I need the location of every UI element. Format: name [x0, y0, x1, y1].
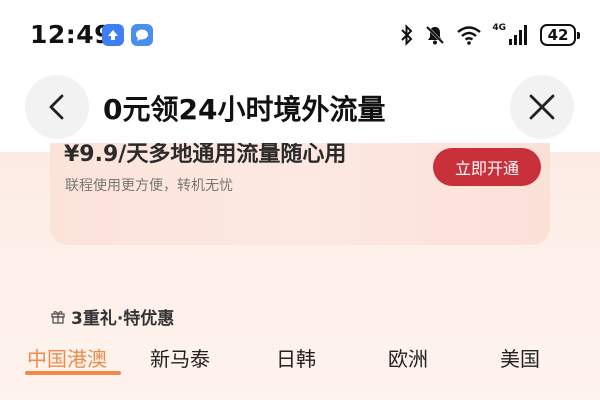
region-tabs: 中国港澳 新马泰 日韩 欧洲 美国: [0, 343, 600, 383]
gift-icon: [51, 311, 65, 324]
upload-app-icon: [102, 24, 124, 46]
status-time: 12:49: [30, 20, 113, 49]
battery-icon: 42: [540, 24, 580, 46]
battery-level: 42: [547, 26, 569, 44]
signal-icon: [509, 25, 527, 45]
close-icon: [529, 94, 555, 120]
close-button[interactable]: [510, 75, 574, 139]
offers-label: 3重礼·特优惠: [71, 308, 175, 329]
network-label: 4G: [492, 22, 506, 33]
mute-icon: [426, 25, 445, 45]
offers-row: 3重礼·特优惠: [50, 304, 175, 329]
status-bar: 12:49 4G 42: [0, 0, 600, 70]
status-icons: 4G 42: [400, 22, 580, 48]
activate-button[interactable]: 立即开通: [433, 148, 541, 186]
wifi-icon: [457, 26, 482, 45]
tab-singapore-malaysia-thailand[interactable]: 新马泰: [150, 343, 210, 372]
back-button[interactable]: [25, 75, 89, 139]
tab-usa[interactable]: 美国: [500, 343, 540, 372]
tab-hongkong-macau[interactable]: 中国港澳: [27, 343, 107, 372]
promo-subtext: 联程使用更方便，转机无忧: [65, 178, 233, 194]
bluetooth-icon: [401, 24, 413, 46]
tab-europe[interactable]: 欧洲: [388, 343, 428, 372]
message-app-icon: [131, 24, 153, 46]
active-tab-indicator: [25, 371, 121, 375]
tab-japan-korea[interactable]: 日韩: [276, 343, 316, 372]
page-title: 0元领24小时境外流量: [103, 93, 386, 126]
chevron-left-icon: [49, 94, 64, 120]
